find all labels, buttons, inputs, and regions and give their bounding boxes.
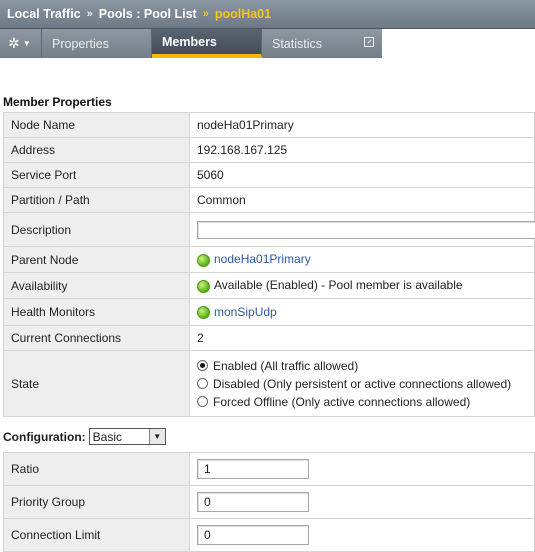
gear-menu-button[interactable]: ✲ ▼ (0, 29, 42, 58)
status-green-icon (197, 253, 210, 267)
member-properties-table: Node Name nodeHa01Primary Address 192.16… (3, 112, 535, 417)
status-green-icon (197, 279, 210, 293)
tab-members[interactable]: Members (152, 29, 262, 58)
table-row: Health Monitors monSipUdp (3, 298, 535, 326)
parent-node-label: Parent Node (3, 246, 190, 273)
configuration-table: Ratio 1 Priority Group 0 Connection Limi… (3, 452, 535, 552)
state-label: State (3, 350, 190, 417)
description-input[interactable] (197, 220, 535, 239)
gear-icon: ✲ (8, 35, 20, 51)
partition-label: Partition / Path (3, 187, 190, 213)
connection-limit-label: Connection Limit (3, 518, 190, 552)
ratio-input[interactable]: 1 (197, 459, 309, 479)
availability-value: Available (Enabled) - Pool member is ava… (214, 278, 463, 293)
table-row: Parent Node nodeHa01Primary (3, 246, 535, 273)
radio-button[interactable] (197, 396, 208, 407)
state-option-enabled[interactable]: Enabled (All traffic allowed) (197, 357, 534, 375)
state-option-label: Disabled (Only persistent or active conn… (213, 376, 512, 391)
tab-statistics[interactable]: Statistics (262, 29, 382, 58)
state-option-forced-offline[interactable]: Forced Offline (Only active connections … (197, 393, 534, 411)
state-option-label: Enabled (All traffic allowed) (213, 358, 359, 373)
chevron-down-icon: ▼ (22, 39, 31, 48)
tab-statistics-label: Statistics (272, 36, 323, 51)
table-row: Current Connections 2 (3, 325, 535, 351)
member-properties-title: Member Properties (3, 95, 112, 109)
breadcrumb-local-traffic[interactable]: Local Traffic (7, 7, 81, 21)
table-row: Service Port 5060 (3, 162, 535, 188)
current-connections-label: Current Connections (3, 325, 190, 351)
table-row: Node Name nodeHa01Primary (3, 112, 535, 138)
radio-button-selected[interactable] (197, 360, 208, 371)
status-green-icon (197, 306, 210, 320)
table-row: Ratio 1 (3, 452, 535, 486)
service-port-value: 5060 (189, 162, 535, 188)
configuration-mode-select[interactable]: Basic ▼ (88, 428, 166, 445)
connection-limit-input[interactable]: 0 (197, 525, 309, 545)
current-connections-value: 2 (189, 325, 535, 351)
radio-button[interactable] (197, 378, 208, 389)
partition-value: Common (189, 187, 535, 213)
breadcrumb-pool-list[interactable]: Pools : Pool List (99, 7, 197, 21)
table-row: State Enabled (All traffic allowed) Disa… (3, 350, 535, 417)
node-name-value: nodeHa01Primary (189, 112, 535, 138)
breadcrumb: Local Traffic » Pools : Pool List » pool… (0, 0, 535, 29)
address-label: Address (3, 137, 190, 163)
chevron-down-icon: ▼ (148, 429, 165, 444)
parent-node-link[interactable]: nodeHa01Primary (214, 252, 311, 266)
configuration-mode-value: Basic (92, 429, 122, 444)
health-monitors-label: Health Monitors (3, 298, 190, 326)
table-row: Availability Available (Enabled) - Pool … (3, 272, 535, 299)
table-row: Address 192.168.167.125 (3, 137, 535, 163)
address-value: 192.168.167.125 (189, 137, 535, 163)
state-option-label: Forced Offline (Only active connections … (213, 394, 471, 409)
ratio-label: Ratio (3, 452, 190, 486)
table-row: Description (3, 212, 535, 247)
health-monitor-link[interactable]: monSipUdp (214, 305, 277, 319)
tab-strip: ✲ ▼ Properties Members Statistics (0, 29, 535, 59)
service-port-label: Service Port (3, 162, 190, 188)
breadcrumb-separator: » (86, 8, 93, 20)
table-row: Priority Group 0 (3, 485, 535, 519)
configuration-label: Configuration: (3, 429, 86, 444)
table-row: Connection Limit 0 (3, 518, 535, 552)
configuration-row: Configuration: Basic ▼ (3, 428, 166, 445)
priority-group-input[interactable]: 0 (197, 492, 309, 512)
description-label: Description (3, 212, 190, 247)
tab-properties[interactable]: Properties (42, 29, 152, 58)
breadcrumb-current: poolHa01 (214, 7, 272, 21)
node-name-label: Node Name (3, 112, 190, 138)
priority-group-label: Priority Group (3, 485, 190, 519)
breadcrumb-separator: » (202, 8, 209, 20)
popout-icon[interactable] (364, 37, 374, 47)
availability-label: Availability (3, 272, 190, 299)
state-option-disabled[interactable]: Disabled (Only persistent or active conn… (197, 375, 534, 393)
table-row: Partition / Path Common (3, 187, 535, 213)
